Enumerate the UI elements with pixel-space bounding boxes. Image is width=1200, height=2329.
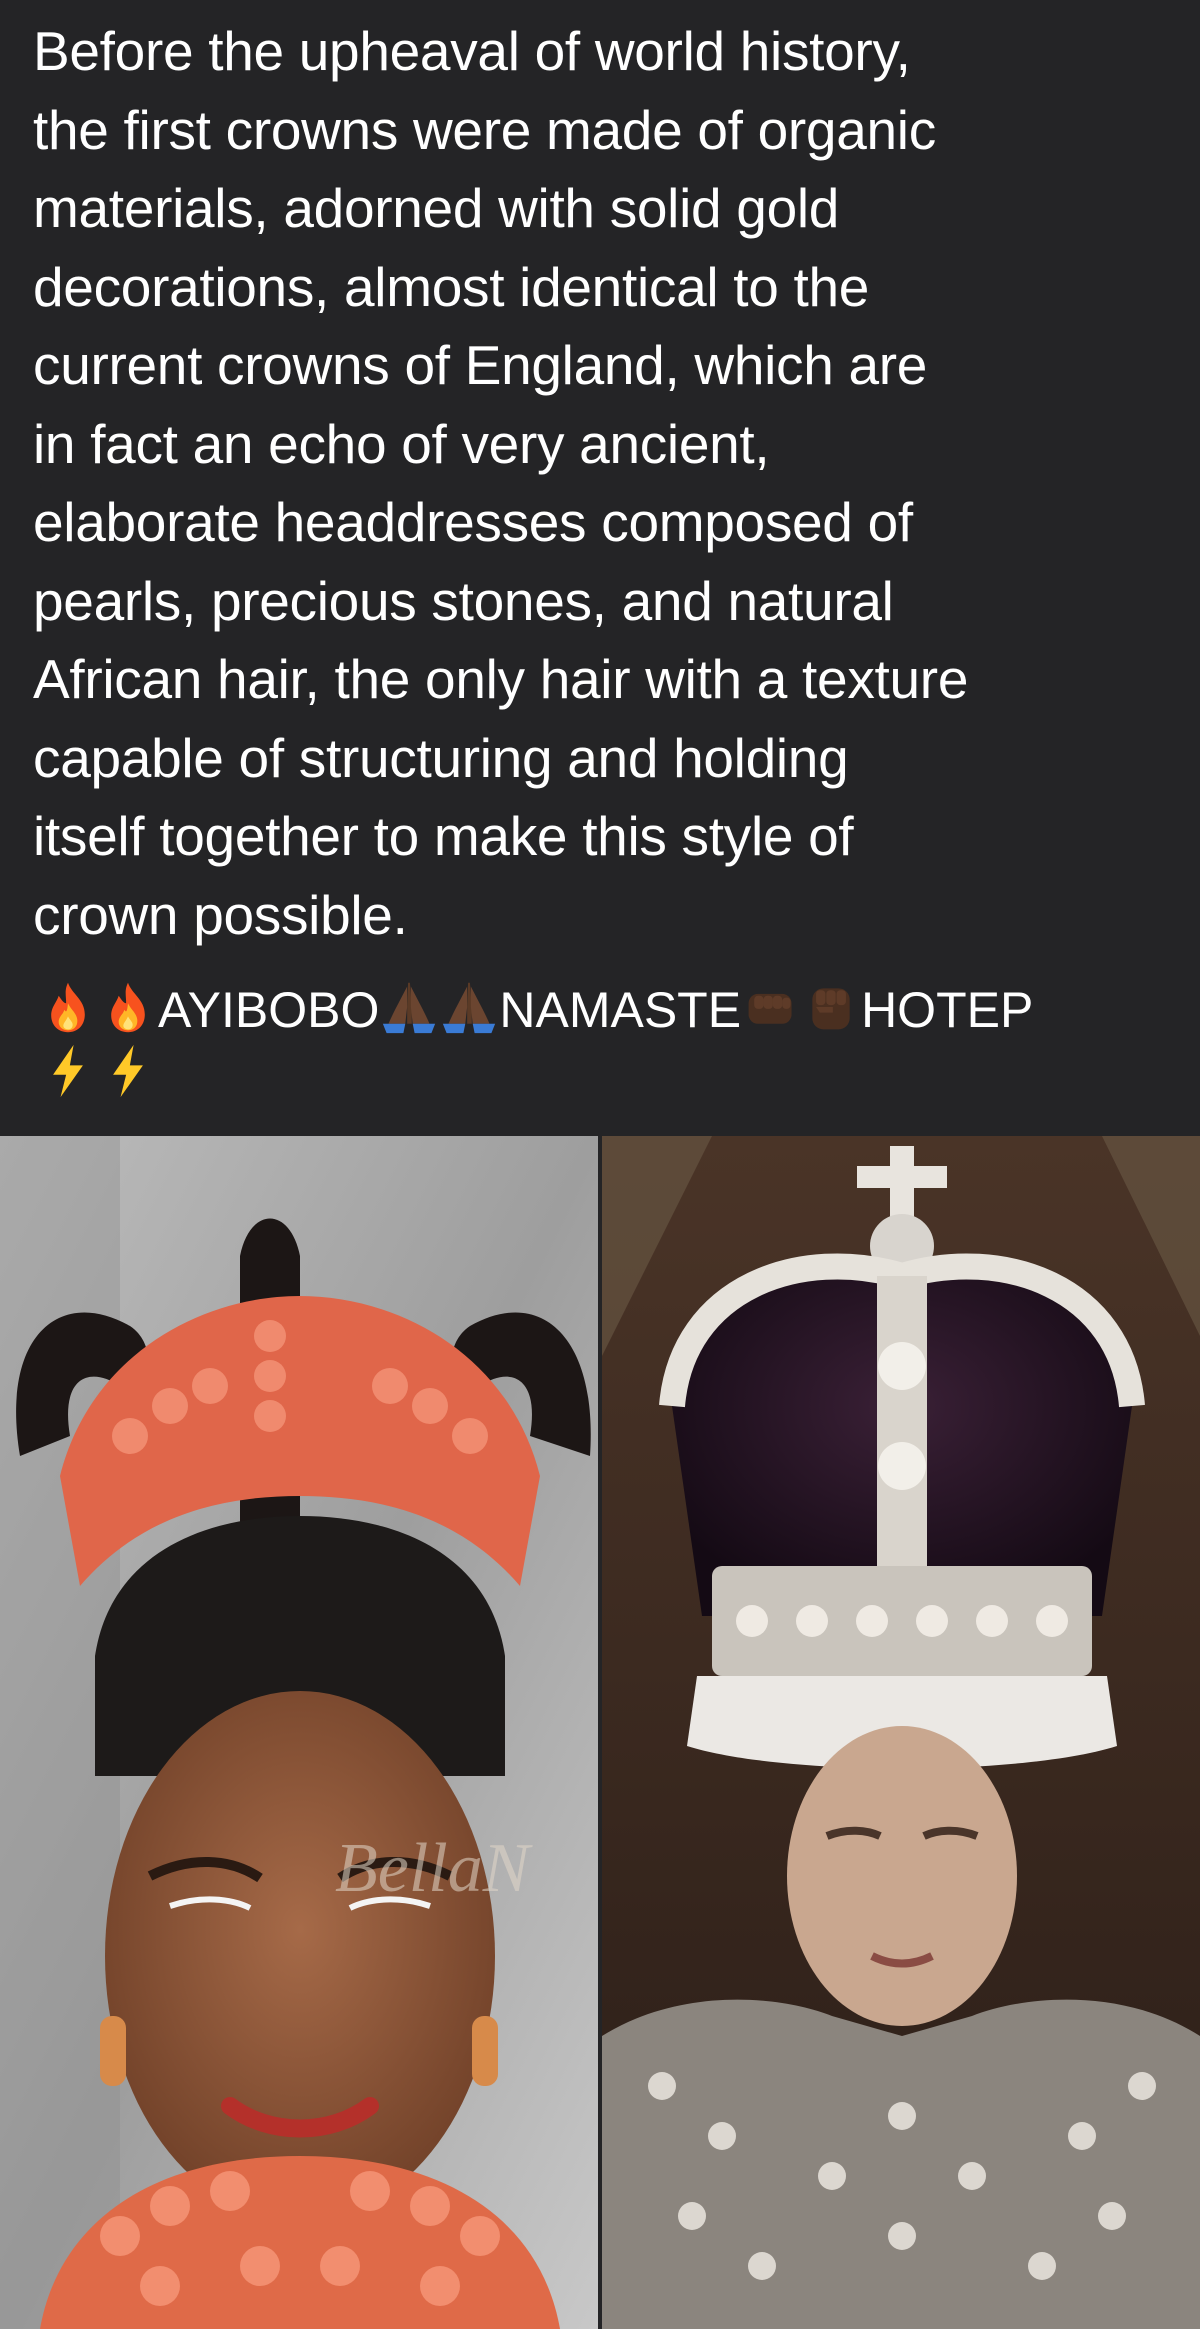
lightning-icon — [38, 1043, 98, 1099]
tagline-word-namaste: NAMASTE — [499, 982, 742, 1038]
fire-icon — [38, 979, 98, 1035]
tagline-word-ayibobo: AYIBOBO — [158, 982, 380, 1038]
photo-african-headdress[interactable]: BellaN — [0, 1136, 598, 2329]
fire-icon — [98, 979, 158, 1035]
photo-royal-crown[interactable] — [602, 1136, 1200, 2329]
post-image-grid[interactable]: BellaN — [0, 1136, 1200, 2329]
image-watermark: BellaN — [335, 1830, 533, 1907]
tagline-word-hotep: HOTEP — [861, 982, 1034, 1038]
oncoming-fist-icon — [741, 979, 801, 1035]
folded-hands-icon — [439, 979, 499, 1035]
folded-hands-icon — [379, 979, 439, 1035]
raised-fist-icon — [801, 979, 861, 1035]
post-tagline: AYIBOBO NAMASTE HOTEP — [38, 978, 1178, 1106]
post-card: Before the upheaval of world history, th… — [0, 0, 1200, 2329]
lightning-icon — [98, 1043, 158, 1099]
post-body-text: Before the upheaval of world history, th… — [33, 20, 969, 946]
